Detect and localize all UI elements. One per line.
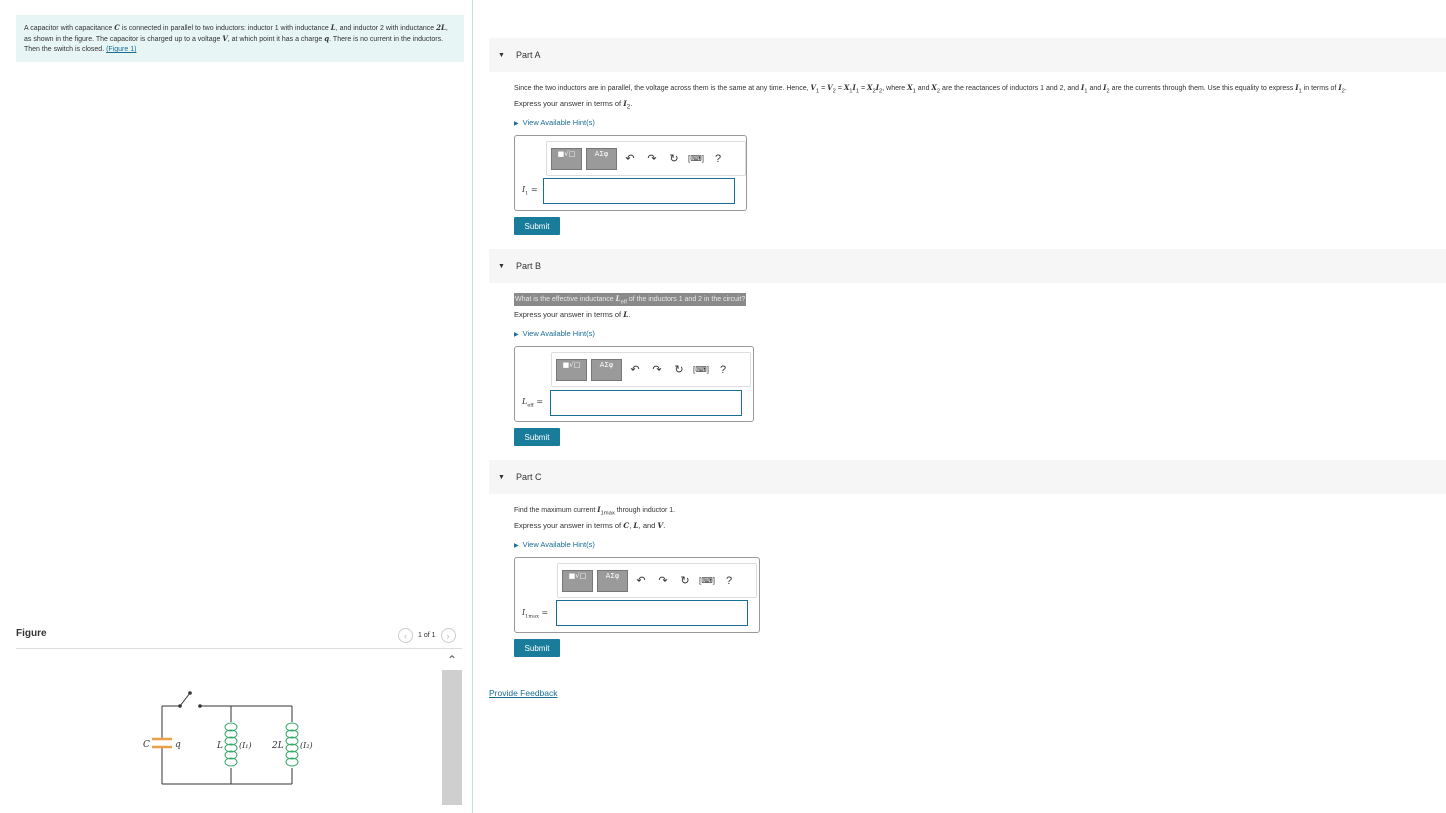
part-b-answer-input[interactable] bbox=[550, 390, 742, 416]
part-c-answer-box: ■√□ AΣφ ↶ ↷ ↻ [⌨] ? I1max = bbox=[514, 557, 760, 633]
next-figure-button[interactable]: › bbox=[440, 628, 456, 643]
intro-text: , at which point it has a charge bbox=[227, 36, 325, 43]
templates-button[interactable]: ■√□ bbox=[551, 147, 582, 170]
label-i1: (I₁) bbox=[239, 741, 252, 750]
symbols-button[interactable]: AΣφ bbox=[586, 147, 617, 170]
figure-link[interactable]: (Figure 1) bbox=[106, 46, 136, 53]
part-c-express: Express your answer in terms of C, L, an… bbox=[514, 521, 666, 530]
problem-statement: A capacitor with capacitance C is connec… bbox=[16, 15, 464, 62]
figure-counter: 1 of 1 bbox=[418, 632, 436, 639]
undo-icon[interactable]: ↶ bbox=[626, 363, 644, 376]
prev-figure-button[interactable]: ‹ bbox=[398, 628, 413, 643]
divider bbox=[16, 648, 462, 649]
part-c-submit-button[interactable]: Submit bbox=[514, 639, 560, 657]
help-icon[interactable]: ? bbox=[720, 575, 738, 587]
label-l: L bbox=[216, 741, 223, 751]
redo-icon[interactable]: ↷ bbox=[654, 574, 672, 587]
undo-icon[interactable]: ↶ bbox=[632, 574, 650, 587]
part-a-hint-link[interactable]: ▶ View Available Hint(s) bbox=[514, 118, 595, 127]
part-b-express: Express your answer in terms of L. bbox=[514, 310, 631, 319]
answer-variable: I1 = bbox=[522, 185, 538, 197]
hint-label: View Available Hint(s) bbox=[522, 118, 595, 127]
figure-title: Figure bbox=[16, 628, 47, 639]
column-divider bbox=[472, 0, 473, 813]
part-b-question: What is the effective inductance Leff of… bbox=[514, 293, 747, 307]
chevron-right-icon: › bbox=[446, 630, 450, 641]
part-a-answer-input[interactable] bbox=[543, 178, 735, 204]
label-q: q bbox=[175, 740, 181, 750]
scroll-thumb[interactable] bbox=[442, 670, 462, 805]
part-a-express: Express your answer in terms of I2. bbox=[514, 99, 633, 111]
redo-icon[interactable]: ↷ bbox=[648, 363, 666, 376]
part-b-hint-link[interactable]: ▶ View Available Hint(s) bbox=[514, 329, 595, 338]
reset-icon[interactable]: ↻ bbox=[676, 574, 694, 587]
math-toolbar: ■√□ AΣφ ↶ ↷ ↻ [⌨] ? bbox=[557, 563, 757, 598]
switch-pivot bbox=[188, 691, 192, 695]
caret-down-icon: ▼ bbox=[498, 262, 505, 270]
templates-button[interactable]: ■√□ bbox=[556, 358, 587, 381]
hint-label: View Available Hint(s) bbox=[522, 540, 595, 549]
math-toolbar: ■√□ AΣφ ↶ ↷ ↻ [⌨] ? bbox=[546, 141, 746, 176]
part-c-title: Part C bbox=[515, 472, 542, 482]
circuit-diagram: C q L (I₁) 2L (I₂) bbox=[143, 691, 313, 785]
part-c-hint-link[interactable]: ▶ View Available Hint(s) bbox=[514, 540, 595, 549]
label-2l: 2L bbox=[271, 741, 284, 751]
problem-panel: A capacitor with capacitance C is connec… bbox=[0, 0, 472, 813]
undo-icon[interactable]: ↶ bbox=[621, 152, 639, 165]
chevron-left-icon: ‹ bbox=[404, 630, 407, 641]
part-a-header[interactable]: ▼ Part A bbox=[489, 38, 1446, 72]
part-c-answer-input[interactable] bbox=[556, 600, 748, 626]
triangle-right-icon: ▶ bbox=[514, 332, 519, 338]
intro-text: A capacitor with capacitance bbox=[24, 25, 115, 32]
part-b-header[interactable]: ▼ Part B bbox=[489, 249, 1446, 283]
var-2l: 2L bbox=[436, 23, 446, 32]
figure-pager: ‹ 1 of 1 › bbox=[398, 628, 456, 643]
switch-contact bbox=[178, 704, 182, 708]
caret-down-icon: ▼ bbox=[498, 473, 505, 481]
switch-contact bbox=[198, 704, 202, 708]
help-icon[interactable]: ? bbox=[709, 153, 727, 165]
redo-icon[interactable]: ↷ bbox=[643, 152, 661, 165]
part-a-title: Part A bbox=[515, 50, 541, 60]
reset-icon[interactable]: ↻ bbox=[670, 363, 688, 376]
figure-scrollbar[interactable]: ⌃ bbox=[442, 650, 462, 813]
symbols-button[interactable]: AΣφ bbox=[597, 569, 628, 592]
keyboard-icon[interactable]: [⌨] bbox=[698, 576, 716, 585]
label-i2: (I₂) bbox=[300, 741, 313, 750]
label-c: C bbox=[143, 740, 150, 750]
chevron-up-icon[interactable]: ⌃ bbox=[442, 650, 462, 670]
triangle-right-icon: ▶ bbox=[514, 543, 519, 549]
intro-text: , and inductor 2 with inductance bbox=[335, 25, 437, 32]
part-b-submit-button[interactable]: Submit bbox=[514, 428, 560, 446]
help-icon[interactable]: ? bbox=[714, 364, 732, 376]
part-a-submit-button[interactable]: Submit bbox=[514, 217, 560, 235]
part-b-answer-box: ■√□ AΣφ ↶ ↷ ↻ [⌨] ? Leff = bbox=[514, 346, 754, 422]
reset-icon[interactable]: ↻ bbox=[665, 152, 683, 165]
part-a-question: Since the two inductors are in parallel,… bbox=[514, 83, 1347, 95]
answer-variable: Leff = bbox=[522, 397, 544, 409]
keyboard-icon[interactable]: [⌨] bbox=[692, 365, 710, 374]
hint-label: View Available Hint(s) bbox=[522, 329, 595, 338]
part-a-answer-box: ■√□ AΣφ ↶ ↷ ↻ [⌨] ? I1 = bbox=[514, 135, 747, 211]
keyboard-icon[interactable]: [⌨] bbox=[687, 154, 705, 163]
part-c-header[interactable]: ▼ Part C bbox=[489, 460, 1446, 494]
answer-variable: I1max = bbox=[522, 608, 549, 620]
caret-down-icon: ▼ bbox=[498, 51, 505, 59]
math-toolbar: ■√□ AΣφ ↶ ↷ ↻ [⌨] ? bbox=[551, 352, 751, 387]
part-b-title: Part B bbox=[515, 261, 541, 271]
part-c-question: Find the maximum current I1max through i… bbox=[514, 505, 676, 517]
provide-feedback-link[interactable]: Provide Feedback bbox=[489, 688, 558, 698]
intro-text: is connected in parallel to two inductor… bbox=[119, 25, 331, 32]
triangle-right-icon: ▶ bbox=[514, 121, 519, 127]
inductor-1 bbox=[224, 722, 238, 767]
symbols-button[interactable]: AΣφ bbox=[591, 358, 622, 381]
inductor-2 bbox=[285, 722, 299, 767]
templates-button[interactable]: ■√□ bbox=[562, 569, 593, 592]
